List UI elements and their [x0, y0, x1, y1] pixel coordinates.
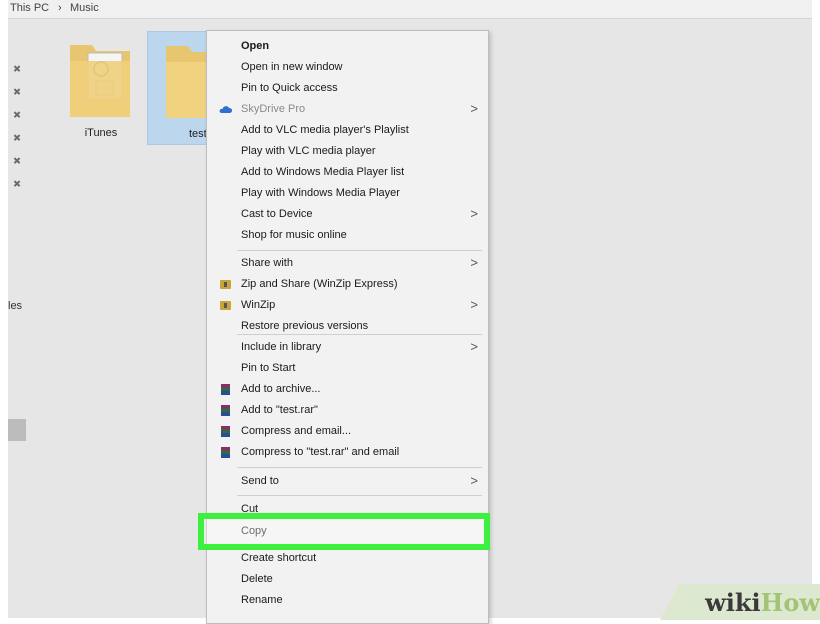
pin-icon: ✚ [9, 177, 24, 192]
winrar-icon [221, 447, 230, 458]
submenu-arrow-icon: > [470, 101, 478, 116]
copy-highlight-box [198, 513, 490, 550]
menu-item-pin-quick-access[interactable]: Pin to Quick access [207, 78, 488, 99]
pin-icon: ✚ [9, 154, 24, 169]
menu-item-cast-to-device[interactable]: Cast to Device > [207, 204, 488, 225]
pin-icon: ✚ [9, 108, 24, 123]
menu-item-shop-music[interactable]: Shop for music online [207, 225, 488, 246]
menu-item-add-vlc-playlist[interactable]: Add to VLC media player's Playlist [207, 120, 488, 141]
winrar-icon [221, 426, 230, 437]
submenu-arrow-icon: > [470, 297, 478, 312]
menu-item-zip-and-share[interactable]: Zip and Share (WinZip Express) [207, 274, 488, 295]
pin-icon: ✚ [9, 85, 24, 100]
menu-separator [237, 467, 482, 468]
folder-name: iTunes [84, 127, 118, 139]
winzip-icon [220, 280, 231, 289]
address-bar[interactable]: This PC › Music [8, 0, 812, 19]
menu-item-skydrive-pro[interactable]: SkyDrive Pro > [207, 99, 488, 120]
winzip-icon [220, 301, 231, 310]
submenu-arrow-icon: > [470, 206, 478, 221]
submenu-arrow-icon: > [470, 339, 478, 354]
menu-item-pin-to-start[interactable]: Pin to Start [207, 358, 488, 379]
folder-itunes[interactable]: iTunes [58, 31, 144, 143]
menu-item-include-in-library[interactable]: Include in library > [207, 337, 488, 358]
winrar-icon [221, 384, 230, 395]
menu-item-delete[interactable]: Delete [207, 569, 488, 590]
menu-separator [237, 250, 482, 251]
submenu-arrow-icon: > [470, 473, 478, 488]
menu-item-send-to[interactable]: Send to > [207, 471, 488, 492]
menu-item-add-to-archive[interactable]: Add to archive... [207, 379, 488, 400]
menu-item-open-new-window[interactable]: Open in new window [207, 57, 488, 78]
menu-item-play-wmp[interactable]: Play with Windows Media Player [207, 183, 488, 204]
menu-item-open[interactable]: Open [207, 36, 488, 57]
menu-item-play-vlc[interactable]: Play with VLC media player [207, 141, 488, 162]
nav-selected-block[interactable] [8, 419, 26, 441]
pin-icon: ✚ [9, 131, 24, 146]
menu-separator [237, 334, 482, 335]
wikihow-logo: wikiHow [705, 588, 820, 617]
menu-item-compress-to-test-rar-email[interactable]: Compress to "test.rar" and email [207, 442, 488, 463]
submenu-arrow-icon: > [470, 255, 478, 270]
nav-item-libraries[interactable]: les [8, 300, 22, 312]
pin-icon: ✚ [9, 62, 24, 77]
menu-item-share-with[interactable]: Share with > [207, 253, 488, 274]
breadcrumb-music[interactable]: Music [70, 2, 99, 14]
menu-item-winzip[interactable]: WinZip > [207, 295, 488, 316]
menu-item-add-to-test-rar[interactable]: Add to "test.rar" [207, 400, 488, 421]
menu-item-rename[interactable]: Rename [207, 590, 488, 611]
winrar-icon [221, 405, 230, 416]
menu-item-compress-and-email[interactable]: Compress and email... [207, 421, 488, 442]
menu-item-create-shortcut[interactable]: Create shortcut [207, 548, 488, 569]
menu-separator [237, 495, 482, 496]
breadcrumb-this-pc[interactable]: This PC [10, 2, 49, 14]
menu-item-add-wmp-list[interactable]: Add to Windows Media Player list [207, 162, 488, 183]
breadcrumb-separator: › [58, 2, 62, 14]
cloud-icon [219, 106, 232, 113]
